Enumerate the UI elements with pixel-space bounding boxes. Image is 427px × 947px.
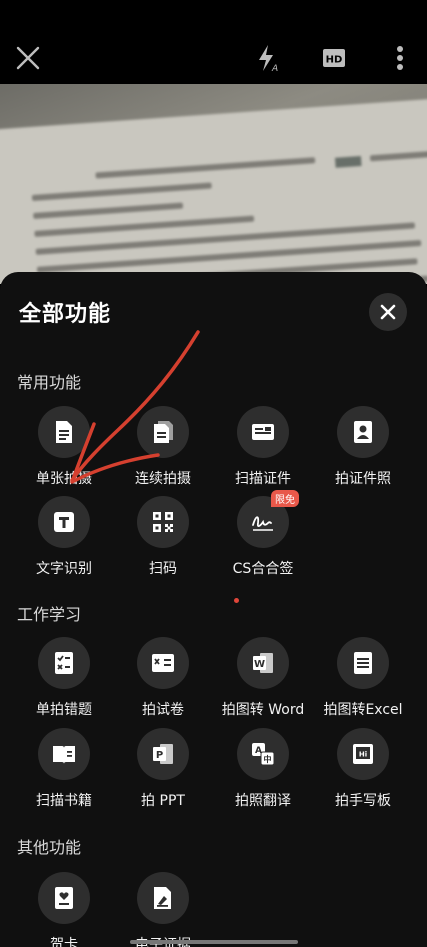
translate-icon: A中 (237, 728, 289, 780)
svg-text:HD: HD (326, 55, 343, 66)
free-badge: 限免 (271, 490, 299, 507)
feature-image-to-excel[interactable]: 拍图转Excel (313, 637, 413, 719)
handwriting-board-icon: Hi (337, 728, 389, 780)
qr-code-icon (137, 496, 189, 548)
evidence-icon (137, 872, 189, 924)
feature-text-recognition[interactable]: 文字识别 (14, 496, 114, 578)
feature-label: 拍照翻译 (235, 793, 291, 809)
feature-label: 扫描证件 (235, 471, 291, 487)
ppt-icon: P (137, 728, 189, 780)
feature-label: CS合合签 (232, 561, 294, 577)
single-document-icon (38, 406, 90, 458)
signature-icon: 限免 (237, 490, 299, 548)
feature-scan-id[interactable]: 扫描证件 (213, 406, 313, 488)
feature-label: 连续拍摄 (135, 471, 191, 487)
close-sheet-button[interactable] (369, 293, 407, 331)
feature-label: 单拍错题 (36, 702, 92, 718)
feature-scan-code[interactable]: 扫码 (113, 496, 213, 578)
close-icon (380, 304, 396, 320)
word-icon: W (237, 637, 289, 689)
section-title-other: 其他功能 (17, 838, 82, 857)
feature-label: 拍试卷 (142, 702, 184, 718)
flash-button[interactable]: A (250, 40, 286, 76)
feature-image-to-word[interactable]: W 拍图转 Word (213, 637, 313, 719)
multi-document-icon (137, 406, 189, 458)
svg-text:Hi: Hi (359, 751, 367, 759)
hd-icon: HD (323, 49, 345, 67)
exam-paper-icon (137, 637, 189, 689)
svg-text:中: 中 (264, 754, 272, 764)
notification-dot (234, 598, 239, 603)
hd-button[interactable]: HD (316, 40, 352, 76)
section-title-common: 常用功能 (17, 373, 82, 392)
text-recognition-icon (38, 496, 90, 548)
camera-preview (0, 84, 427, 284)
greeting-card-icon (38, 872, 90, 924)
wrong-question-icon (38, 637, 90, 689)
sheet-title: 全部功能 (19, 302, 112, 327)
feature-photo-translate[interactable]: A中 拍照翻译 (213, 728, 313, 810)
feature-id-photo[interactable]: 拍证件照 (313, 406, 413, 488)
close-camera-button[interactable] (10, 40, 46, 76)
feature-single-capture[interactable]: 单张拍摄 (14, 406, 114, 488)
excel-table-icon (337, 637, 389, 689)
feature-continuous-capture[interactable]: 连续拍摄 (113, 406, 213, 488)
more-vertical-icon (397, 46, 403, 70)
id-photo-icon (337, 406, 389, 458)
feature-scan-book[interactable]: 扫描书籍 (14, 728, 114, 810)
feature-label: 拍手写板 (335, 793, 391, 809)
feature-label: 单张拍摄 (36, 471, 92, 487)
feature-capture-ppt[interactable]: P 拍 PPT (113, 728, 213, 810)
feature-label: 扫描书籍 (36, 793, 92, 809)
feature-wrong-question[interactable]: 单拍错题 (14, 637, 114, 719)
feature-handwriting-board[interactable]: Hi 拍手写板 (313, 728, 413, 810)
camera-top-bar: A HD (0, 0, 427, 84)
feature-cs-sign[interactable]: 限免 CS合合签 (213, 490, 313, 578)
feature-label: 拍图转 Word (221, 702, 305, 718)
close-icon (16, 46, 40, 70)
home-indicator (130, 940, 298, 944)
feature-label: 拍 PPT (141, 793, 185, 809)
feature-label: 文字识别 (36, 561, 92, 577)
feature-electronic-evidence[interactable]: 电子证据 (113, 872, 213, 947)
svg-text:W: W (254, 659, 265, 670)
svg-text:P: P (156, 750, 163, 761)
feature-label: 拍证件照 (335, 471, 391, 487)
more-button[interactable] (382, 40, 418, 76)
feature-label: 扫码 (149, 561, 177, 577)
svg-text:A: A (271, 64, 278, 73)
book-icon (38, 728, 90, 780)
feature-greeting-card[interactable]: 贺卡 (14, 872, 114, 947)
book-page-image (0, 98, 427, 284)
flash-auto-icon: A (259, 45, 278, 73)
feature-label: 贺卡 (50, 937, 78, 947)
section-title-work: 工作学习 (17, 605, 82, 624)
id-card-icon (237, 406, 289, 458)
feature-exam-paper[interactable]: 拍试卷 (113, 637, 213, 719)
feature-label: 拍图转Excel (323, 702, 403, 718)
